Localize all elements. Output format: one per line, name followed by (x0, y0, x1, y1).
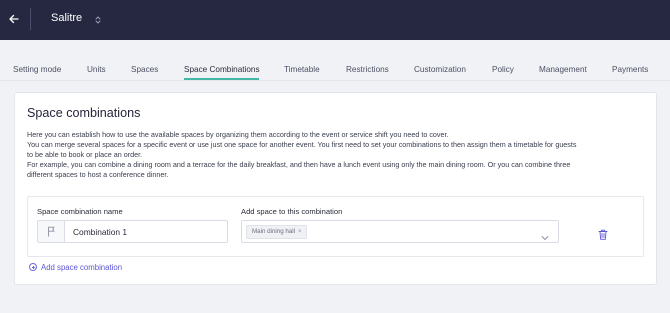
tab-policy[interactable]: Policy (492, 65, 514, 75)
combination-name-value: Combination 1 (73, 227, 128, 237)
add-space-combination-label: Add space combination (41, 263, 123, 272)
back-arrow-icon[interactable] (9, 12, 21, 26)
active-tab-indicator (184, 78, 259, 80)
chevron-down-icon[interactable] (541, 228, 549, 246)
combination-name-field[interactable]: Combination 1 (37, 220, 228, 243)
selected-space-label: Main dining hall (252, 228, 295, 235)
header-divider (30, 8, 31, 30)
flag-icon (48, 226, 55, 237)
space-combinations-card: Space combinations Here you can establis… (14, 92, 657, 285)
tab-management[interactable]: Management (539, 65, 587, 75)
tab-spaces[interactable]: Spaces (131, 65, 158, 75)
tab-customization[interactable]: Customization (414, 65, 466, 75)
description-line: different spaces to host a conference di… (27, 170, 169, 179)
add-space-label: Add space to this combination (241, 207, 343, 216)
description-line: to be able to book or place an order. (27, 150, 143, 159)
tab-units[interactable]: Units (87, 65, 106, 75)
description-line: You can merge several spaces for a speci… (27, 140, 577, 149)
venue-switch-icon[interactable] (94, 13, 102, 25)
section-description: Here you can establish how to use the av… (27, 130, 649, 180)
remove-chip-icon[interactable]: × (298, 228, 302, 235)
tab-payments[interactable]: Payments (612, 65, 648, 75)
top-bar: Salitre (0, 0, 670, 40)
space-multiselect[interactable]: Main dining hall × (241, 220, 559, 243)
tab-setting-mode[interactable]: Setting mode (13, 65, 61, 75)
delete-combination-icon[interactable] (598, 227, 608, 245)
add-circle-icon (29, 263, 37, 271)
flag-addon (38, 221, 65, 242)
add-space-combination-button[interactable]: Add space combination (29, 263, 122, 272)
tab-restrictions[interactable]: Restrictions (346, 65, 389, 75)
tab-timetable[interactable]: Timetable (284, 65, 320, 75)
combination-row: Space combination name Combination 1 Add… (27, 196, 644, 257)
venue-name: Salitre (51, 12, 83, 24)
combination-name-label: Space combination name (37, 207, 123, 216)
description-line: Here you can establish how to use the av… (27, 130, 449, 139)
description-line: For example, you can combine a dining ro… (27, 160, 571, 169)
section-title: Space combinations (27, 106, 141, 120)
selected-space-chip: Main dining hall × (246, 225, 307, 239)
settings-tabs: Setting mode Units Spaces Space Combinat… (0, 40, 670, 81)
tab-space-combinations[interactable]: Space Combinations (184, 65, 260, 75)
